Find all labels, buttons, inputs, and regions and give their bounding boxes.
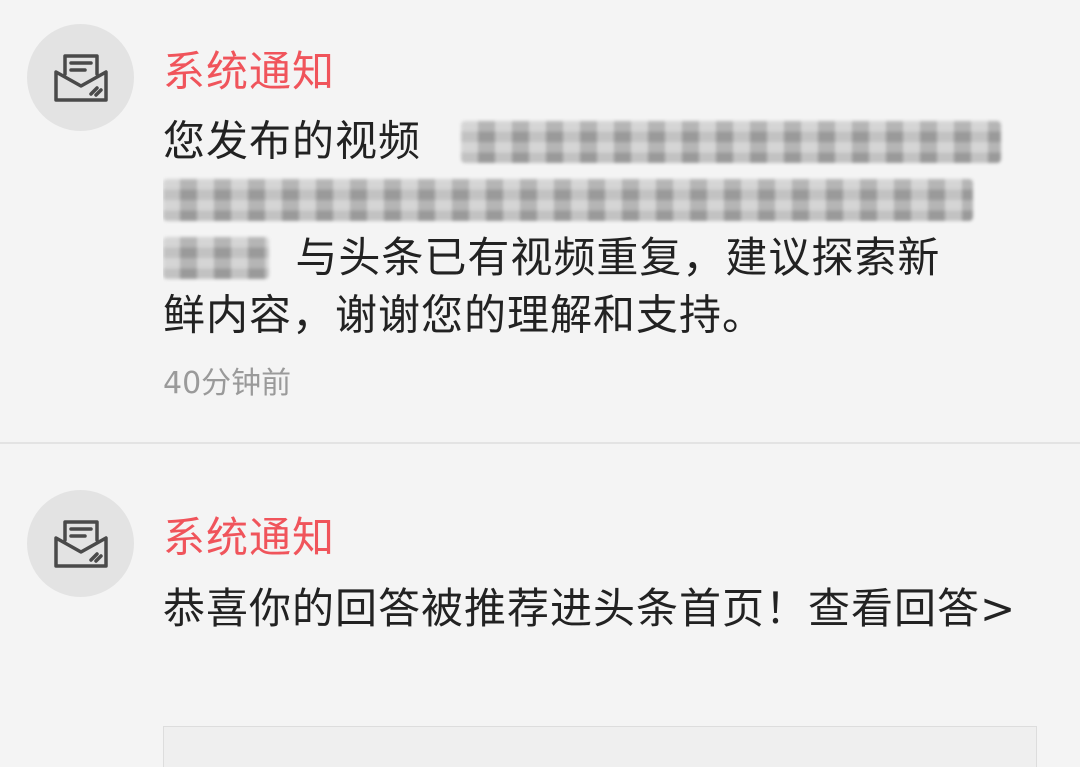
notification-item[interactable]: 系统通知 您发布的视频 与头条已有视频重复，建议探索新 鲜内容，谢谢您的理解和支… [0,0,1080,442]
content-preview-card[interactable] [163,726,1037,767]
message-line [163,168,1043,226]
message-mid: 与头条已有视频重复，建议探索新 [295,232,941,282]
system-avatar[interactable] [27,24,134,131]
message-prefix: 您发布的视频 [163,116,422,166]
mail-envelope-icon [54,54,108,102]
notification-message[interactable]: 恭喜你的回答被推荐进头条首页！查看回答> [163,580,1043,696]
redacted-mosaic [461,120,1002,163]
message-line: 您发布的视频 [163,110,1043,168]
notification-sender: 系统通知 [163,513,336,562]
notification-sender: 系统通知 [163,47,336,96]
notification-item[interactable]: 系统通知 恭喜你的回答被推荐进头条首页！查看回答> [0,444,1080,767]
message-end: 鲜内容，谢谢您的理解和支持。 [163,290,766,340]
message-line: 鲜内容，谢谢您的理解和支持。 [163,284,1043,342]
redacted-mosaic [163,178,973,221]
system-avatar[interactable] [27,490,134,597]
notification-message[interactable]: 您发布的视频 与头条已有视频重复，建议探索新 鲜内容，谢谢您的理解和支持。 [163,110,1043,346]
message-line: 与头条已有视频重复，建议探索新 [163,226,1043,284]
redacted-mosaic [163,236,269,279]
notification-feed: 系统通知 您发布的视频 与头条已有视频重复，建议探索新 鲜内容，谢谢您的理解和支… [0,0,1080,767]
mail-envelope-icon [54,520,108,568]
notification-time: 40分钟前 [163,366,292,401]
